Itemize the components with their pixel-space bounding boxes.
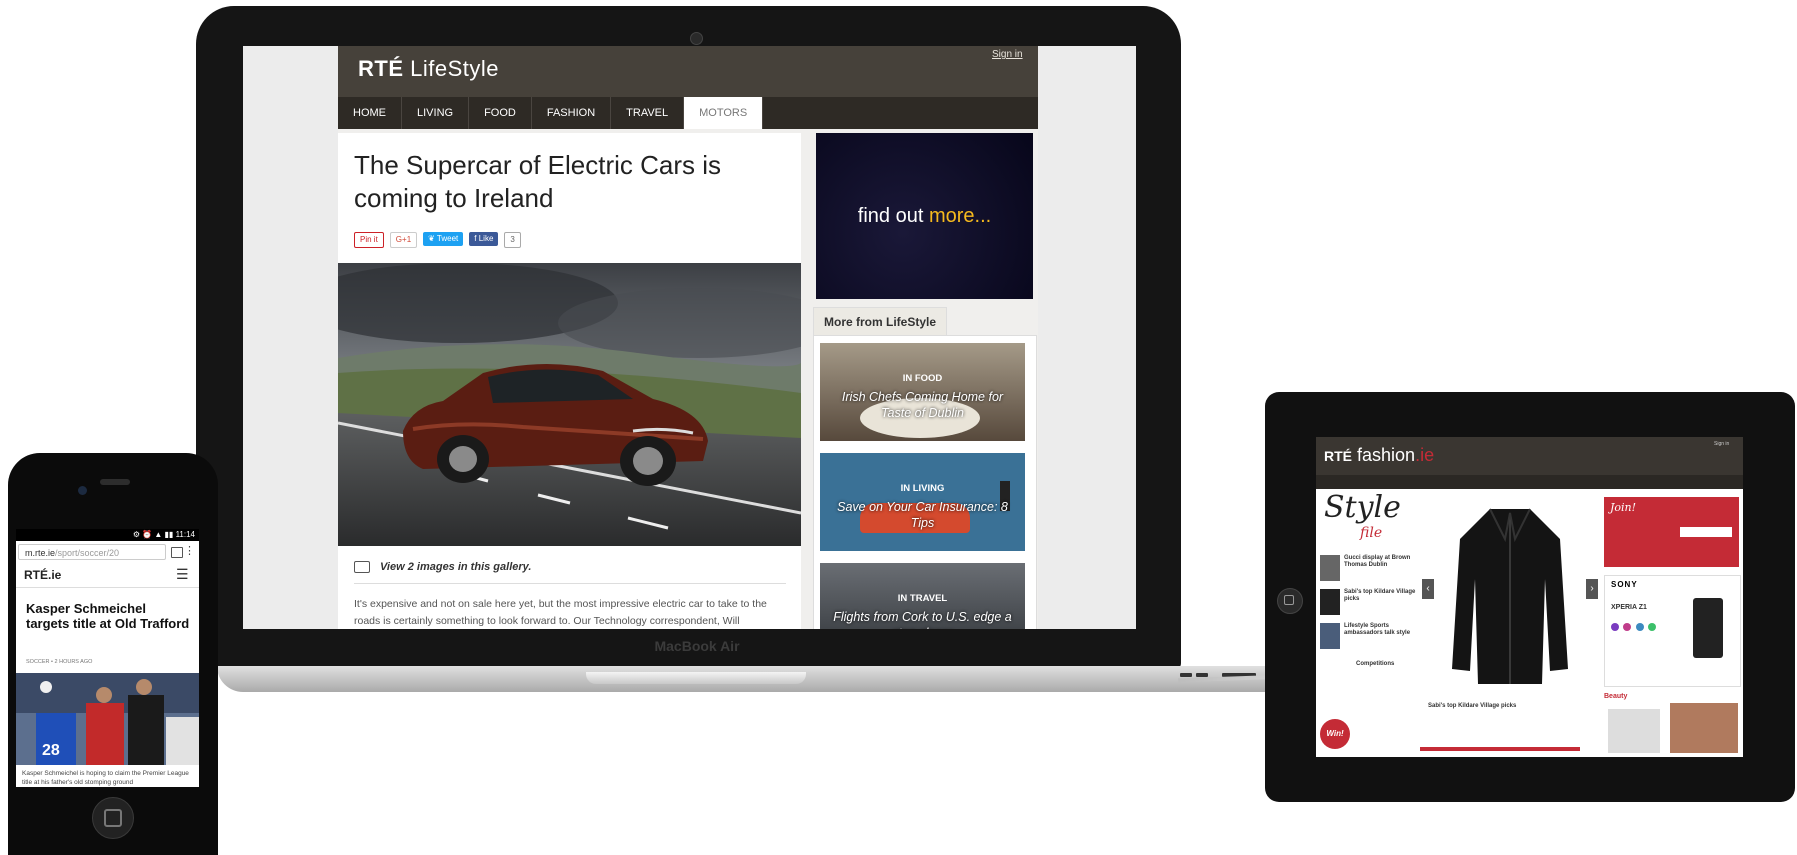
card-living[interactable]: IN LIVING Save on Your Car Insurance: 8 … [820, 453, 1025, 551]
car-photo [338, 263, 801, 546]
style-file-column: Style file Gucci display at Brown Thomas… [1316, 489, 1420, 757]
ad-banner[interactable]: find out more... [816, 133, 1033, 299]
soccer-photo: 28 [16, 673, 199, 765]
ad-text: find out more... [857, 205, 992, 227]
nav-living[interactable]: LIVING [402, 97, 470, 129]
twitter-bird-icon: ❦ [428, 234, 437, 243]
status-time: 11:14 [175, 530, 195, 539]
list-item[interactable]: Lifestyle Sports ambassadors talk style [1320, 623, 1418, 651]
fashion-header: RTÉ fashion.ie Sign in [1316, 437, 1743, 475]
site-logo[interactable]: RTÉ LifeStyle [358, 56, 499, 82]
phone-screen: ⚙ ⏰ ▲ ▮▮ 11:14 m.rte.ie/sport/soccer/20 … [16, 529, 199, 787]
phone-speaker [100, 479, 130, 485]
article: The Supercar of Electric Cars is coming … [338, 133, 801, 629]
sony-ad[interactable]: SONY XPERIA Z1 [1604, 575, 1741, 687]
tabs-icon[interactable] [171, 547, 183, 558]
hero-image[interactable] [338, 263, 801, 546]
phone-caption: Kasper Schmeichel is hoping to claim the… [22, 770, 189, 786]
right-column: Join! SONY XPERIA Z1 Beauty [1600, 489, 1743, 757]
like-count: 3 [504, 232, 521, 248]
divider [354, 583, 786, 584]
beauty-heading: Beauty [1604, 693, 1628, 700]
join-promo[interactable]: Join! [1604, 497, 1739, 567]
status-bar: ⚙ ⏰ ▲ ▮▮ 11:14 [16, 529, 199, 541]
phone-article-image[interactable]: 28 [16, 673, 199, 765]
laptop-hinge-notch [586, 672, 806, 684]
beauty-products-image[interactable] [1608, 709, 1660, 753]
list-item[interactable]: Gucci display at Brown Thomas Dublin [1320, 555, 1418, 583]
signin-link[interactable]: Sign in [1714, 441, 1729, 447]
divider [16, 587, 199, 588]
card-food[interactable]: IN FOOD Irish Chefs Coming Home for Tast… [820, 343, 1025, 441]
laptop-screen: RTÉ LifeStyle Sign in HOME LIVING FOOD F… [243, 46, 1136, 629]
beauty-image[interactable] [1670, 703, 1738, 753]
laptop-camera [690, 32, 703, 45]
home-square-icon [104, 809, 122, 827]
article-title: The Supercar of Electric Cars is coming … [354, 150, 722, 213]
fashion-nav [1316, 475, 1743, 489]
tablet-screen: RTÉ fashion.ie Sign in Style file Gucci … [1316, 437, 1743, 757]
phone-product-image [1693, 598, 1723, 658]
overflow-menu-icon[interactable]: ⋮ [184, 544, 195, 557]
hamburger-menu-icon[interactable]: ☰ [176, 566, 189, 583]
camera-icon [354, 561, 370, 573]
more-from-list: IN FOOD Irish Chefs Coming Home for Tast… [813, 335, 1037, 629]
jersey-number: 28 [42, 742, 60, 759]
phone-meta: SOCCER • 2 HOURS AGO [26, 659, 93, 665]
card-travel[interactable]: IN TRAVEL Flights from Cork to U.S. edge… [820, 563, 1025, 629]
thumbnail [1320, 555, 1340, 581]
thumbnail [1320, 589, 1340, 615]
phone-headline[interactable]: Kasper Schmeichel targets title at Old T… [26, 601, 191, 631]
signup-button[interactable] [1680, 527, 1732, 537]
nav-motors[interactable]: MOTORS [684, 97, 764, 129]
status-icons: ⚙ ⏰ ▲ ▮▮ [132, 530, 176, 539]
laptop-brand-label: MacBook Air [654, 638, 740, 654]
thumbnail [1320, 623, 1340, 649]
signin-link[interactable]: Sign in [992, 49, 1023, 60]
slider-progress [1420, 747, 1580, 751]
home-square-icon [1284, 595, 1294, 605]
share-bar: Pin it G+1 ❦ Tweet f Like 3 [354, 232, 521, 248]
tweet-button[interactable]: ❦ Tweet [423, 232, 464, 246]
more-from-heading: More from LifeStyle [813, 307, 948, 336]
article-body: It's expensive and not on sale here yet,… [354, 598, 767, 627]
jacket-image [1452, 508, 1568, 684]
site-header: RTÉ LifeStyle Sign in [338, 46, 1038, 97]
file-heading: file [1360, 525, 1383, 541]
pinterest-button[interactable]: Pin it [354, 232, 384, 248]
slide-caption[interactable]: Sabi's top Kildare Village picks [1428, 703, 1588, 709]
nav-fashion[interactable]: FASHION [532, 97, 612, 129]
url-bar[interactable]: m.rte.ie/sport/soccer/20 [18, 544, 166, 560]
nav-travel[interactable]: TRAVEL [611, 97, 685, 129]
list-item[interactable]: Sabi's top Kildare Village picks [1320, 589, 1418, 617]
nav-food[interactable]: FOOD [469, 97, 532, 129]
style-heading: Style [1324, 490, 1401, 525]
sidebar: find out more... More from LifeStyle IN … [813, 133, 1037, 629]
rte-logo[interactable]: RTÉ.ie [24, 568, 61, 582]
chevron-right-icon[interactable]: › [1586, 579, 1598, 599]
facebook-like-button[interactable]: f Like [469, 232, 499, 246]
gplus-button[interactable]: G+1 [389, 232, 418, 248]
usb-port [1180, 673, 1192, 677]
color-swatches [1611, 618, 1671, 631]
chevron-left-icon[interactable]: ‹ [1422, 579, 1434, 599]
feature-slider: ‹ › Sabi's top Kildare Village picks [1420, 489, 1600, 757]
lifestyle-site: RTÉ LifeStyle Sign in HOME LIVING FOOD F… [338, 46, 1038, 629]
main-nav: HOME LIVING FOOD FASHION TRAVEL MOTORS [338, 97, 1038, 129]
fashion-logo[interactable]: RTÉ fashion.ie [1324, 445, 1434, 466]
phone-camera [78, 486, 87, 495]
nav-home[interactable]: HOME [338, 97, 402, 129]
win-badge[interactable]: Win! [1320, 719, 1350, 749]
gallery-link[interactable]: View 2 images in this gallery. [354, 561, 531, 573]
